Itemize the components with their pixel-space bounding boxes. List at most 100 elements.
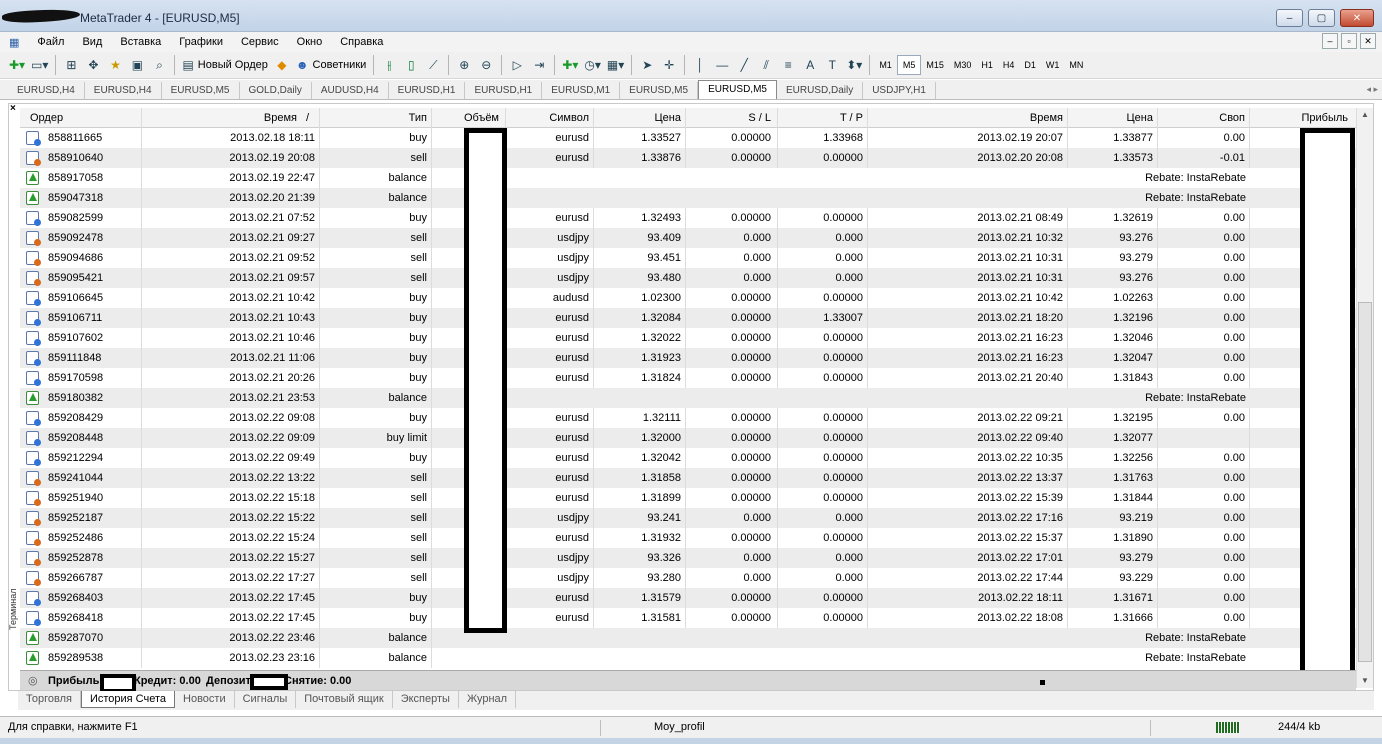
chart-tab[interactable]: EURUSD,Daily [777, 82, 864, 99]
table-row[interactable]: 859106645 2013.02.21 10:42 buy audusd 1.0230… [20, 288, 1356, 308]
table-row[interactable]: 859268418 2013.02.22 17:45 buy eurusd 1.3158… [20, 608, 1356, 628]
table-row[interactable]: 859251940 2013.02.22 15:18 sell eurusd 1.318… [20, 488, 1356, 508]
col-type-header[interactable]: Тип [320, 108, 432, 128]
horizontal-line-icon[interactable]: — [711, 54, 733, 76]
timeframe-mn[interactable]: MN [1064, 55, 1088, 75]
table-row[interactable]: 859268403 2013.02.22 17:45 buy eurusd 1.3157… [20, 588, 1356, 608]
tab-experts[interactable]: Эксперты [393, 691, 459, 708]
table-row[interactable]: 859106711 2013.02.21 10:43 buy eurusd 1.3208… [20, 308, 1356, 328]
table-row[interactable]: 859212294 2013.02.22 09:49 buy eurusd 1.3204… [20, 448, 1356, 468]
col-close-price-header[interactable]: Цена [1068, 108, 1158, 128]
menu-tools[interactable]: Сервис [232, 36, 288, 48]
table-row[interactable]: 858811665 2013.02.18 18:11 buy eurusd 1.3352… [20, 128, 1356, 148]
fibonacci-icon[interactable]: ≡ [777, 54, 799, 76]
menu-help[interactable]: Справка [331, 36, 392, 48]
tab-news[interactable]: Новости [175, 691, 235, 708]
autoscroll-icon[interactable]: ▷ [506, 54, 528, 76]
trendline-icon[interactable]: ╱ [733, 54, 755, 76]
col-profit-header[interactable]: Прибыль [1250, 108, 1352, 128]
mdi-restore-button[interactable]: ▫ [1341, 33, 1357, 49]
table-row[interactable]: 858917058 2013.02.19 22:47 balance Rebate: … [20, 168, 1356, 188]
table-row[interactable]: 858910640 2013.02.19 20:08 sell eurusd 1.338… [20, 148, 1356, 168]
new-order-button[interactable]: ▤ Новый Ордер [179, 54, 270, 76]
menu-charts[interactable]: Графики [170, 36, 232, 48]
zoom-in-icon[interactable]: ⊕ [453, 54, 475, 76]
timeframe-w1[interactable]: W1 [1041, 55, 1065, 75]
zoom-out-icon[interactable]: ⊖ [475, 54, 497, 76]
menu-view[interactable]: Вид [73, 36, 111, 48]
periods-icon[interactable]: ◷▾ [581, 54, 604, 76]
vertical-line-icon[interactable]: │ [689, 54, 711, 76]
market-watch-icon[interactable]: ⊞ [60, 54, 82, 76]
terminal-icon[interactable]: ▣ [126, 54, 148, 76]
timeframe-m1[interactable]: M1 [874, 55, 897, 75]
timeframe-m15[interactable]: M15 [921, 55, 949, 75]
table-row[interactable]: 859095421 2013.02.21 09:57 sell usdjpy 93.48… [20, 268, 1356, 288]
chart-tab[interactable]: EURUSD,H1 [465, 82, 543, 99]
new-chart-icon[interactable]: ✚▾ [6, 54, 28, 76]
table-row[interactable]: 859266787 2013.02.22 17:27 sell usdjpy 93.28… [20, 568, 1356, 588]
table-row[interactable]: 859287070 2013.02.22 23:46 balance Rebate: … [20, 628, 1356, 648]
navigator-icon[interactable]: ✥ [82, 54, 104, 76]
candlestick-icon[interactable]: ▯ [400, 54, 422, 76]
col-tp-header[interactable]: T / P [778, 108, 868, 128]
table-row[interactable]: 859094686 2013.02.21 09:52 sell usdjpy 93.45… [20, 248, 1356, 268]
profiles-icon[interactable]: ▭▾ [28, 54, 51, 76]
table-row[interactable]: 859241044 2013.02.22 13:22 sell eurusd 1.318… [20, 468, 1356, 488]
chart-shift-icon[interactable]: ⇥ [528, 54, 550, 76]
scrollbar-thumb[interactable] [1358, 302, 1372, 662]
chart-tab[interactable]: EURUSD,H4 [8, 82, 85, 99]
table-row[interactable]: 859180382 2013.02.21 23:53 balance Rebate: … [20, 388, 1356, 408]
menu-window[interactable]: Окно [288, 36, 332, 48]
maximize-button[interactable]: ▢ [1308, 9, 1335, 27]
experts-button[interactable]: ☻ Советники [293, 54, 369, 76]
col-swap-header[interactable]: Своп [1158, 108, 1250, 128]
col-order-header[interactable]: Ордер [20, 108, 142, 128]
chart-tab[interactable]: USDJPY,H1 [863, 82, 936, 99]
table-row[interactable]: 859252187 2013.02.22 15:22 sell usdjpy 93.24… [20, 508, 1356, 528]
metaeditor-icon[interactable]: ◆ [271, 54, 293, 76]
app-icon[interactable]: ▦ [0, 36, 28, 49]
timeframe-m30[interactable]: M30 [949, 55, 977, 75]
table-row[interactable]: 859111848 2013.02.21 11:06 buy eurusd 1.3192… [20, 348, 1356, 368]
table-row[interactable]: 859252486 2013.02.22 15:24 sell eurusd 1.319… [20, 528, 1356, 548]
bar-chart-icon[interactable]: ⫲ [378, 54, 400, 76]
table-row[interactable]: 859092478 2013.02.21 09:27 sell usdjpy 93.40… [20, 228, 1356, 248]
table-row[interactable]: 859289538 2013.02.23 23:16 balance Rebate: … [20, 648, 1356, 668]
table-row[interactable]: 859208448 2013.02.22 09:09 buy limit eurusd… [20, 428, 1356, 448]
tab-journal[interactable]: Журнал [459, 691, 517, 708]
scroll-up-icon[interactable]: ▲ [1361, 110, 1369, 119]
scroll-down-icon[interactable]: ▼ [1361, 676, 1369, 685]
table-row[interactable]: 859208429 2013.02.22 09:08 buy eurusd 1.3211… [20, 408, 1356, 428]
cursor-icon[interactable]: ➤ [636, 54, 658, 76]
chart-tab[interactable]: EURUSD,M5 [698, 80, 777, 99]
table-row[interactable]: 859047318 2013.02.20 21:39 balance Rebate: … [20, 188, 1356, 208]
table-row[interactable]: 859082599 2013.02.21 07:52 buy eurusd 1.3249… [20, 208, 1356, 228]
mdi-minimize-button[interactable]: ‒ [1322, 33, 1338, 49]
chart-tab[interactable]: EURUSD,M5 [162, 82, 240, 99]
menu-insert[interactable]: Вставка [111, 36, 170, 48]
tab-account-history[interactable]: История Счета [80, 691, 176, 708]
line-chart-icon[interactable]: ⟋ [422, 54, 444, 76]
timeframe-m5[interactable]: M5 [896, 55, 922, 75]
table-scrollbar[interactable]: ▲ ▼ [1356, 108, 1373, 688]
col-sl-header[interactable]: S / L [686, 108, 778, 128]
col-price-header[interactable]: Цена [594, 108, 686, 128]
terminal-close-icon[interactable]: × [10, 103, 16, 114]
chart-tab[interactable]: GOLD,Daily [240, 82, 312, 99]
chart-tab[interactable]: EURUSD,H1 [389, 82, 466, 99]
minimize-button[interactable]: ‒ [1276, 9, 1303, 27]
indicators-icon[interactable]: ✚▾ [559, 54, 581, 76]
chart-tab[interactable]: EURUSD,H4 [85, 82, 162, 99]
close-button[interactable]: ✕ [1340, 9, 1374, 27]
tab-signals[interactable]: Сигналы [235, 691, 297, 708]
chart-tab[interactable]: EURUSD,M5 [620, 82, 699, 99]
crosshair-icon[interactable]: ✛ [658, 54, 680, 76]
equidistant-channel-icon[interactable]: ⫽ [755, 54, 777, 76]
arrows-icon[interactable]: ⬍▾ [843, 54, 865, 76]
chart-tab[interactable]: AUDUSD,H4 [312, 82, 389, 99]
tab-scroll-arrows-icon[interactable]: ◂ ▸ [1366, 84, 1378, 95]
chart-tab[interactable]: EURUSD,M1 [542, 82, 621, 99]
data-window-icon[interactable]: ★ [104, 54, 126, 76]
timeframe-d1[interactable]: D1 [1019, 55, 1041, 75]
